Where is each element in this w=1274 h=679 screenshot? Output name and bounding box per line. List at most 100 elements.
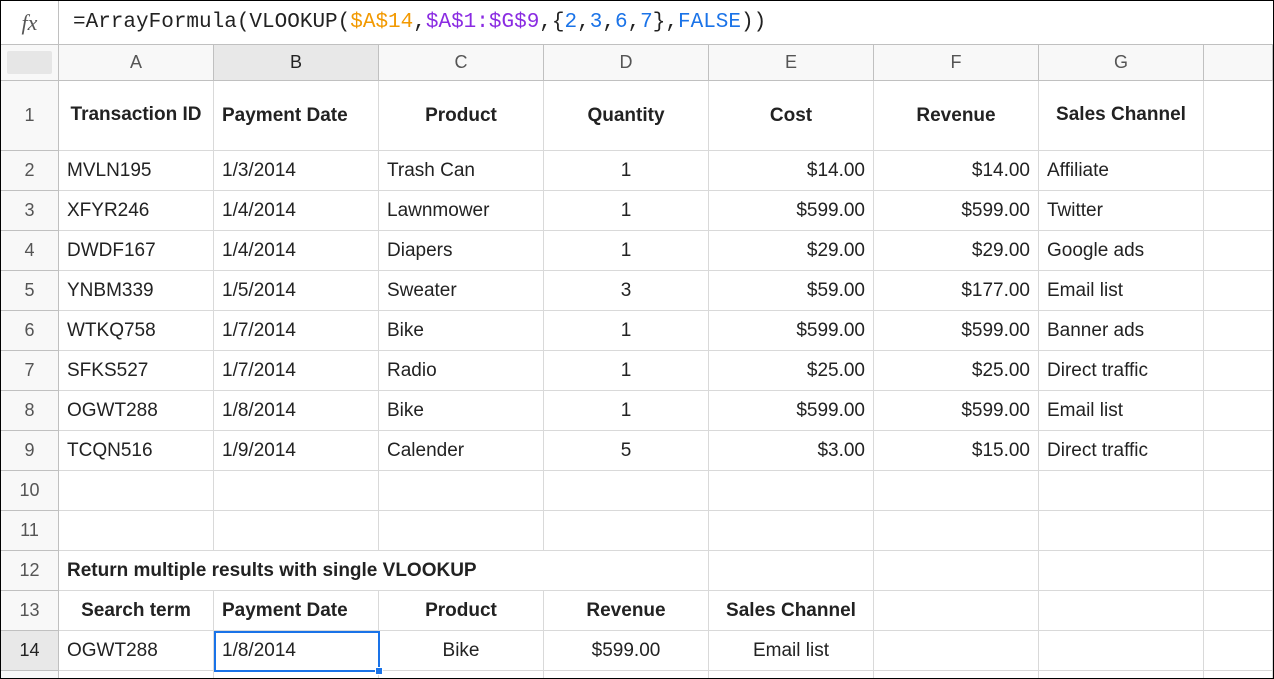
cell-F5[interactable]: $177.00	[874, 271, 1039, 310]
cell-G4[interactable]: Google ads	[1039, 231, 1204, 270]
formula-input[interactable]: =ArrayFormula(VLOOKUP($A$14,$A$1:$G$9,{2…	[59, 1, 1273, 44]
cell-G11[interactable]	[1039, 511, 1204, 550]
cell-B15[interactable]	[214, 671, 379, 678]
cell-F11[interactable]	[874, 511, 1039, 550]
cell-F2[interactable]: $14.00	[874, 151, 1039, 190]
cell-B6[interactable]: 1/7/2014	[214, 311, 379, 350]
cell-A13[interactable]: Search term	[59, 591, 214, 630]
cell-C2[interactable]: Trash Can	[379, 151, 544, 190]
cell-B10[interactable]	[214, 471, 379, 510]
cell-A11[interactable]	[59, 511, 214, 550]
cell-G5[interactable]: Email list	[1039, 271, 1204, 310]
row-header-1[interactable]: 1	[1, 81, 58, 151]
cell-F14[interactable]	[874, 631, 1039, 670]
cell-G15[interactable]	[1039, 671, 1204, 678]
cell-D12[interactable]	[544, 551, 709, 590]
cell-C3[interactable]: Lawnmower	[379, 191, 544, 230]
cell-A8[interactable]: OGWT288	[59, 391, 214, 430]
cell-H8[interactable]	[1204, 391, 1273, 430]
cell-B14[interactable]: 1/8/2014	[214, 631, 379, 670]
cell-C10[interactable]	[379, 471, 544, 510]
cell-H9[interactable]	[1204, 431, 1273, 470]
cell-G3[interactable]: Twitter	[1039, 191, 1204, 230]
cell-D10[interactable]	[544, 471, 709, 510]
cell-A9[interactable]: TCQN516	[59, 431, 214, 470]
cell-A3[interactable]: XFYR246	[59, 191, 214, 230]
cell-H14[interactable]	[1204, 631, 1273, 670]
cell-D9[interactable]: 5	[544, 431, 709, 470]
cell-H7[interactable]	[1204, 351, 1273, 390]
row-header-13[interactable]: 13	[1, 591, 58, 631]
cell-E6[interactable]: $599.00	[709, 311, 874, 350]
cell-H3[interactable]	[1204, 191, 1273, 230]
cell-C5[interactable]: Sweater	[379, 271, 544, 310]
cell-H1[interactable]	[1204, 81, 1273, 150]
cell-F1[interactable]: Revenue	[874, 81, 1039, 150]
cell-G12[interactable]	[1039, 551, 1204, 590]
cell-H5[interactable]	[1204, 271, 1273, 310]
cell-E13[interactable]: Sales Channel	[709, 591, 874, 630]
cell-H4[interactable]	[1204, 231, 1273, 270]
cell-E4[interactable]: $29.00	[709, 231, 874, 270]
cell-B13[interactable]: Payment Date	[214, 591, 379, 630]
cell-E15[interactable]	[709, 671, 874, 678]
cell-E12[interactable]	[709, 551, 874, 590]
cell-B5[interactable]: 1/5/2014	[214, 271, 379, 310]
col-header-C[interactable]: C	[379, 45, 544, 80]
row-header-4[interactable]: 4	[1, 231, 58, 271]
fx-icon[interactable]: fx	[1, 1, 59, 44]
cell-E10[interactable]	[709, 471, 874, 510]
cell-D14[interactable]: $599.00	[544, 631, 709, 670]
cell-E14[interactable]: Email list	[709, 631, 874, 670]
cell-C11[interactable]	[379, 511, 544, 550]
col-header-extra[interactable]	[1204, 45, 1273, 80]
select-all-cell[interactable]	[1, 45, 59, 81]
cell-A15[interactable]	[59, 671, 214, 678]
cell-H12[interactable]	[1204, 551, 1273, 590]
cell-F15[interactable]	[874, 671, 1039, 678]
cell-E8[interactable]: $599.00	[709, 391, 874, 430]
cell-H15[interactable]	[1204, 671, 1273, 678]
cell-C4[interactable]: Diapers	[379, 231, 544, 270]
cell-B8[interactable]: 1/8/2014	[214, 391, 379, 430]
cell-F4[interactable]: $29.00	[874, 231, 1039, 270]
cell-B4[interactable]: 1/4/2014	[214, 231, 379, 270]
cell-G10[interactable]	[1039, 471, 1204, 510]
cell-H2[interactable]	[1204, 151, 1273, 190]
col-header-B[interactable]: B	[214, 45, 379, 80]
cell-G13[interactable]	[1039, 591, 1204, 630]
cell-D1[interactable]: Quantity	[544, 81, 709, 150]
cell-F3[interactable]: $599.00	[874, 191, 1039, 230]
row-header-8[interactable]: 8	[1, 391, 58, 431]
cell-G6[interactable]: Banner ads	[1039, 311, 1204, 350]
cell-H10[interactable]	[1204, 471, 1273, 510]
cell-B3[interactable]: 1/4/2014	[214, 191, 379, 230]
cell-D5[interactable]: 3	[544, 271, 709, 310]
cell-H6[interactable]	[1204, 311, 1273, 350]
cell-F13[interactable]	[874, 591, 1039, 630]
col-header-D[interactable]: D	[544, 45, 709, 80]
cell-F6[interactable]: $599.00	[874, 311, 1039, 350]
cell-G1[interactable]: Sales Channel	[1039, 81, 1204, 150]
row-header-2[interactable]: 2	[1, 151, 58, 191]
cell-E5[interactable]: $59.00	[709, 271, 874, 310]
cell-D13[interactable]: Revenue	[544, 591, 709, 630]
cell-C9[interactable]: Calender	[379, 431, 544, 470]
cell-C7[interactable]: Radio	[379, 351, 544, 390]
cell-G14[interactable]	[1039, 631, 1204, 670]
cell-D7[interactable]: 1	[544, 351, 709, 390]
cell-C14[interactable]: Bike	[379, 631, 544, 670]
cell-A6[interactable]: WTKQ758	[59, 311, 214, 350]
row-header-7[interactable]: 7	[1, 351, 58, 391]
cell-C8[interactable]: Bike	[379, 391, 544, 430]
cell-G7[interactable]: Direct traffic	[1039, 351, 1204, 390]
cell-D4[interactable]: 1	[544, 231, 709, 270]
cell-G2[interactable]: Affiliate	[1039, 151, 1204, 190]
cell-B12[interactable]	[214, 551, 379, 590]
cell-A1[interactable]: Transaction ID	[59, 81, 214, 150]
cell-A5[interactable]: YNBM339	[59, 271, 214, 310]
row-header-15[interactable]: 15	[1, 671, 58, 679]
row-header-11[interactable]: 11	[1, 511, 58, 551]
cell-F8[interactable]: $599.00	[874, 391, 1039, 430]
row-header-3[interactable]: 3	[1, 191, 58, 231]
